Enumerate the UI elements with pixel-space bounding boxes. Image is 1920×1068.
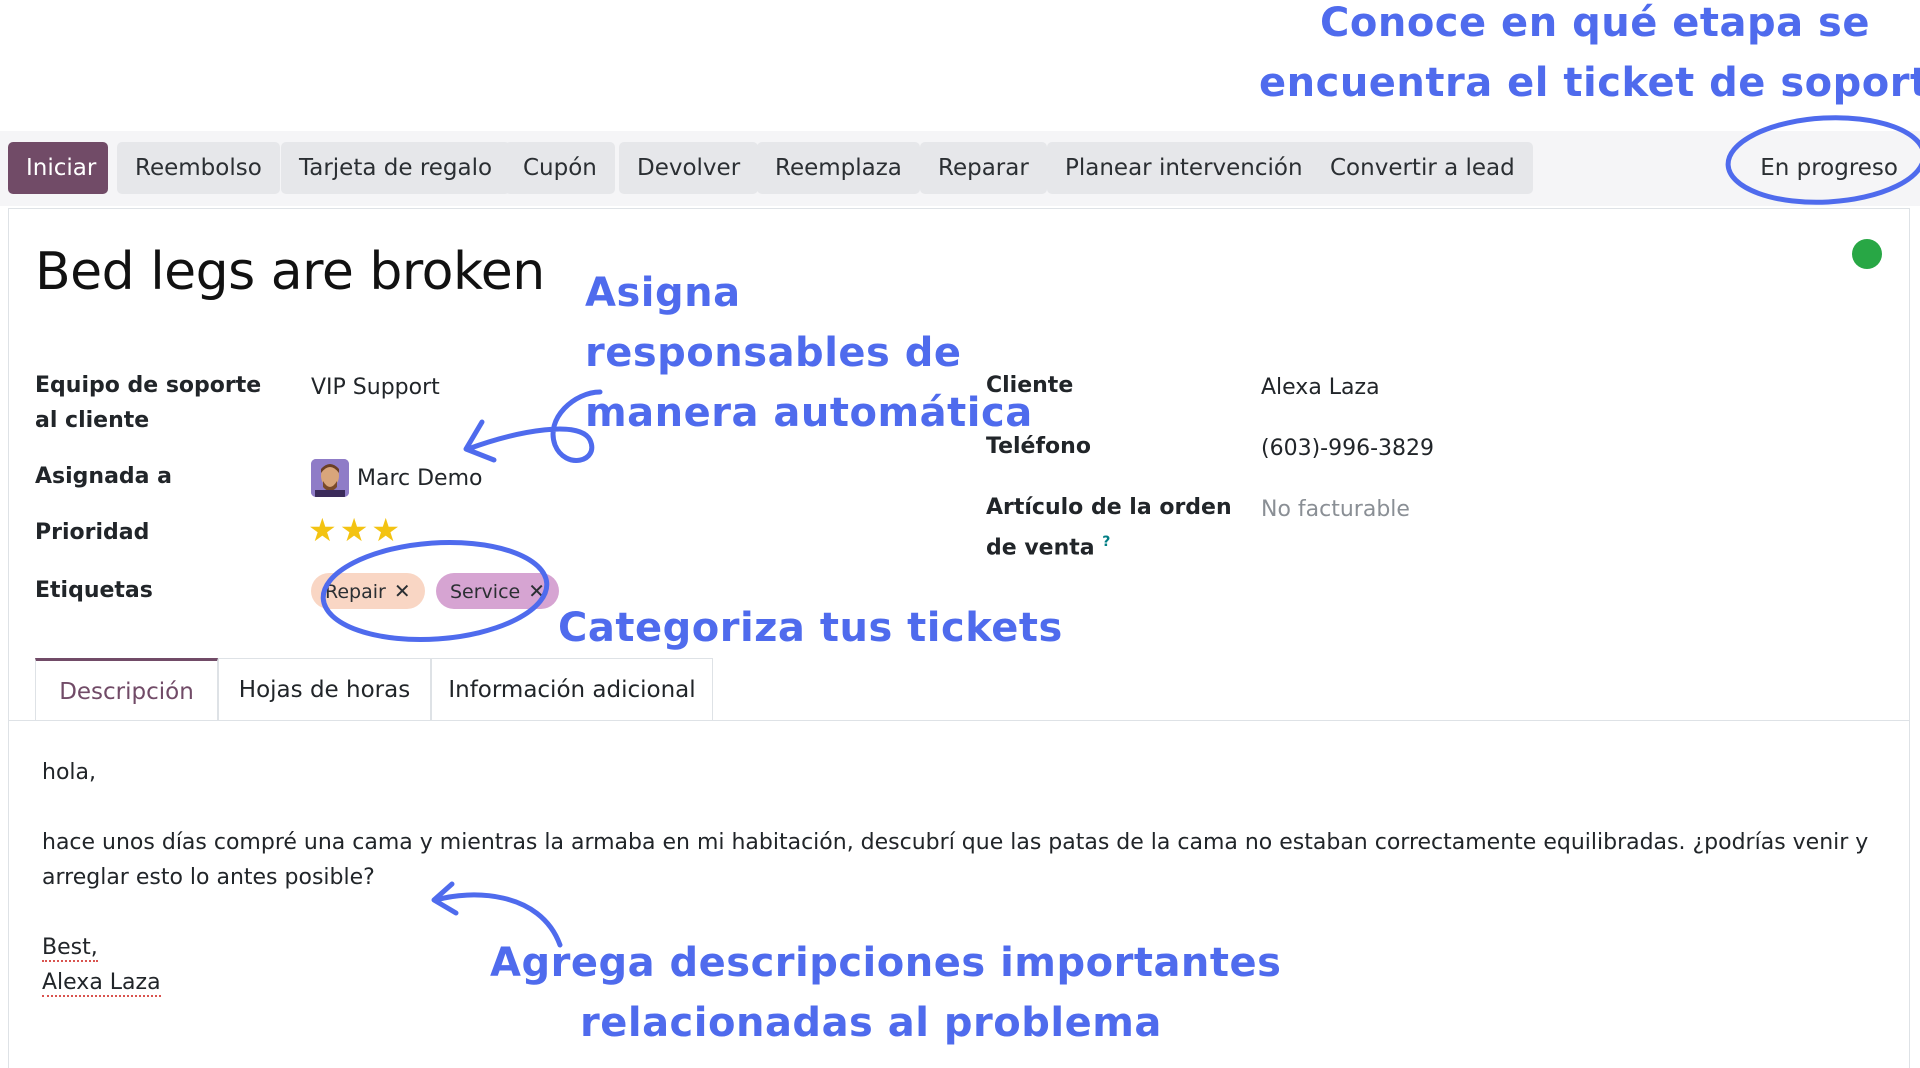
sale-line-label: Artículo de la orden de venta ?: [986, 490, 1232, 565]
annotation-desc-line2: relacionadas al problema: [580, 1000, 1162, 1046]
tag-label: Repair: [325, 581, 386, 603]
annotation-stage-line2: encuentra el ticket de soporte: [1259, 60, 1920, 106]
sale-line-label-line2: de venta: [986, 535, 1095, 561]
sale-line-value[interactable]: No facturable: [1261, 492, 1410, 527]
signature-name: Alexa Laza: [42, 970, 161, 997]
customer-value[interactable]: Alexa Laza: [1261, 370, 1380, 405]
coupon-button[interactable]: Cupón: [505, 142, 615, 194]
remove-tag-icon[interactable]: ✕: [394, 579, 411, 603]
annotation-tags: Categoriza tus tickets: [558, 605, 1063, 651]
remove-tag-icon[interactable]: ✕: [528, 579, 545, 603]
team-label: Equipo de soporte al cliente: [35, 373, 262, 433]
tags-label: Etiquetas: [35, 578, 153, 603]
priority-star-icon[interactable]: ★: [308, 511, 337, 549]
convert-to-lead-button[interactable]: Convertir a lead: [1312, 142, 1533, 194]
annotation-stage-line1: Conoce en qué etapa se: [1320, 0, 1870, 46]
tab-extra-info[interactable]: Información adicional: [431, 658, 713, 720]
description-line-1[interactable]: hola,: [42, 755, 96, 790]
priority-star-icon[interactable]: ★: [340, 511, 369, 549]
annotation-assign-line3: manera automática: [585, 390, 1033, 436]
sale-line-label-line1: Artículo de la orden: [986, 495, 1232, 520]
assigned-user[interactable]: Marc Demo: [357, 461, 482, 496]
assigned-label: Asignada a: [35, 464, 173, 489]
kanban-status-dot[interactable]: [1852, 239, 1882, 269]
plan-intervention-button[interactable]: Planear intervención: [1047, 142, 1321, 194]
refund-button[interactable]: Reembolso: [117, 142, 280, 194]
replace-button[interactable]: Reemplaza: [757, 142, 920, 194]
priority-star-icon[interactable]: ★: [371, 511, 400, 549]
phone-value[interactable]: (603)-996-3829: [1261, 431, 1434, 466]
description-line-2[interactable]: hace unos días compré una cama y mientra…: [42, 825, 1868, 860]
tag-label: Service: [450, 581, 521, 603]
annotation-assign-line1: Asigna: [585, 270, 741, 316]
repair-button[interactable]: Reparar: [920, 142, 1047, 194]
tag-repair[interactable]: Repair ✕: [311, 573, 425, 609]
tab-timesheets[interactable]: Hojas de horas: [218, 658, 431, 720]
priority-label: Prioridad: [35, 520, 150, 545]
signature-greeting: Best,: [42, 935, 98, 962]
start-button[interactable]: Iniciar: [8, 142, 108, 194]
help-icon[interactable]: ?: [1102, 534, 1110, 550]
ticket-title[interactable]: Bed legs are broken: [35, 242, 545, 302]
avatar: [311, 459, 349, 497]
gift-card-button[interactable]: Tarjeta de regalo: [281, 142, 511, 194]
tab-description[interactable]: Descripción: [35, 658, 218, 720]
stage-in-progress[interactable]: En progreso: [1760, 142, 1898, 194]
description-line-3[interactable]: arreglar esto lo antes posible?: [42, 860, 375, 895]
priority-widget: ★★★: [308, 512, 403, 548]
tag-service[interactable]: Service ✕: [436, 573, 559, 609]
team-value[interactable]: VIP Support: [311, 370, 440, 405]
signature-line-1[interactable]: Best,: [42, 930, 98, 965]
annotation-assign-line2: responsables de: [585, 330, 962, 376]
signature-line-2[interactable]: Alexa Laza: [42, 965, 161, 1000]
annotation-desc-line1: Agrega descripciones importantes: [490, 940, 1282, 986]
return-button[interactable]: Devolver: [619, 142, 759, 194]
